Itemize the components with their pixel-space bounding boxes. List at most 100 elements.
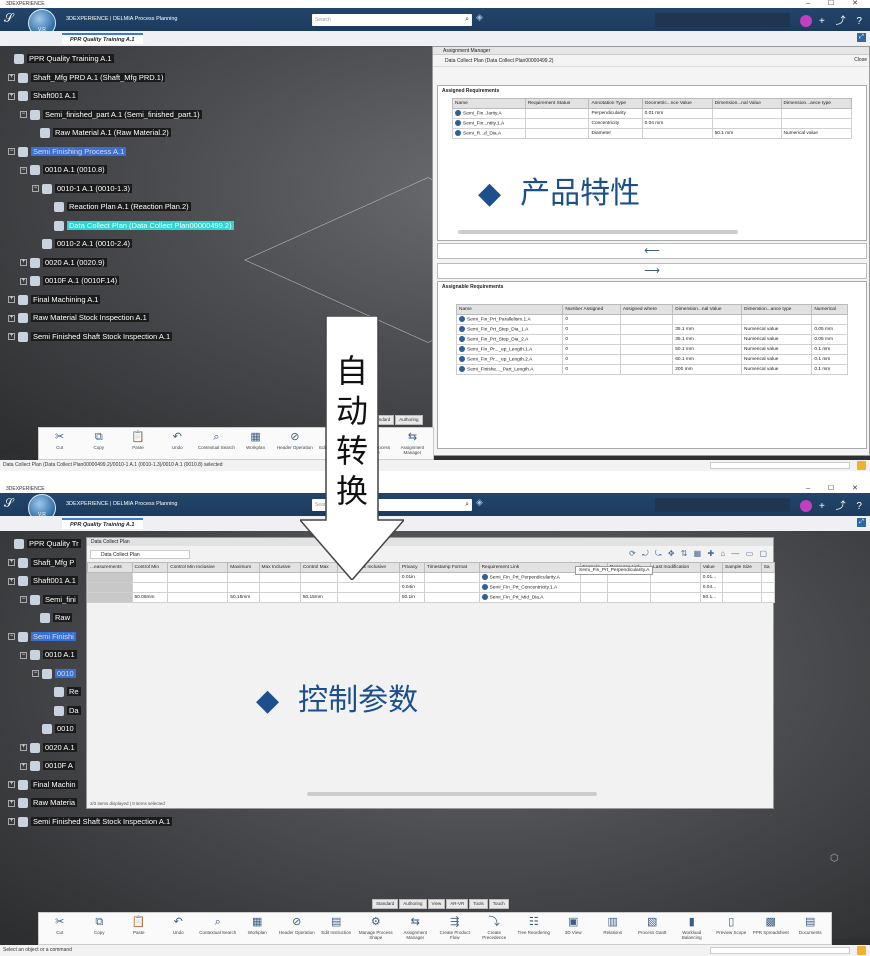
h-scrollbar[interactable] [307,792,597,796]
tree-node[interactable]: +0020 A.1 [20,741,77,754]
undo-button[interactable]: ↶ Undo [159,430,196,459]
tree-node[interactable]: + Semi Finished Shaft Stock Inspection A.… [8,815,173,828]
tree-node[interactable]: + Shaft_Mfg P [8,556,77,569]
column-header[interactable]: Control Min [131,562,169,573]
expand-toggle-icon[interactable] [32,241,39,248]
copy-button[interactable]: ⧉ Copy [80,430,117,459]
edit-button[interactable]: ▤ Edit Instruction [318,915,356,944]
action-tab[interactable]: Tools [469,899,488,909]
tree-node[interactable]: Raw [30,611,73,624]
tag-icon[interactable]: ◈ [476,497,483,508]
column-header[interactable]: Sample Size [722,562,762,573]
table-row[interactable]: 0.01in Semi_Fin_Prt_Perpendicularity.A 0.0… [87,572,776,583]
h-scrollbar[interactable] [458,230,738,234]
tree-node[interactable]: − 0010 [32,667,76,680]
workplan-button[interactable]: ▦ Workplan [237,430,274,459]
column-header[interactable]: ...easurements [87,562,133,573]
tree-node[interactable]: + Shaft001 A.1 [8,574,78,587]
expand-toggle-icon[interactable]: + [8,559,15,567]
avatar[interactable] [800,15,813,28]
expand-toggle-icon[interactable]: − [32,185,39,193]
column-header[interactable]: Number Assigned [562,304,621,315]
action-tab[interactable]: Authoring [399,899,427,909]
workplan-button[interactable]: ▦ Workplan [239,915,277,944]
tree-node[interactable]: − 0010-1 A.1 (0010-1.3) [32,182,132,195]
expand-icon[interactable]: ⤢ [857,33,866,42]
tree-node[interactable]: − Semi_fini [20,593,78,606]
3d-view-button[interactable]: ▣ 3D View [555,915,593,944]
tree-node[interactable]: + Shaft_Mfg PRD A.1 (Shaft_Mfg PRD.1) [8,71,166,84]
tree-node[interactable]: Data Collect Plan (Data Collect Plan0000… [44,219,234,232]
paste-button[interactable]: 📋 Paste [120,915,158,944]
column-header[interactable]: Sa [760,562,776,573]
assigned-table[interactable]: Name Requirement Status Annotation Type Geo… [452,98,852,139]
tree-node[interactable]: + Shaft001 A.1 [8,89,78,102]
expand-toggle-icon[interactable]: + [8,799,15,807]
tree-node[interactable]: + Raw Material Stock Inspection A.1 [8,311,149,324]
table-row[interactable]: Semi_Fin...ntity.1.A Concentricity 0.04 mm [452,118,852,129]
search-button[interactable]: ⌕ Contextual Search [198,430,235,459]
tree-node[interactable]: +0010F A [20,759,75,772]
documents-button[interactable]: ▤ Documents [792,915,830,944]
expand-icon[interactable]: ⤢ [857,518,866,527]
expand-toggle-icon[interactable]: − [20,596,27,604]
relations-button[interactable]: ▥ Relations [594,915,632,944]
tree-node[interactable]: 0010 [32,722,76,735]
paste-button[interactable]: 📋 Paste [119,430,156,459]
table-row[interactable]: Semi_Fin...larity.A Perpendicularity 0.01 … [452,108,852,119]
expand-toggle-icon[interactable]: + [20,762,27,770]
data-collect-table[interactable]: ...easurements Control Min Control Min Inc… [87,562,776,603]
expand-toggle-icon[interactable]: + [8,92,15,100]
column-header[interactable]: Dimension...ance type [780,98,852,109]
expand-toggle-icon[interactable]: + [20,744,27,752]
expand-toggle-icon[interactable] [32,726,39,733]
panel-toolbar[interactable]: ⟳ ⤾ ⤿ ✥ ⇅ ▦ ✚ ⌂ — ▭ ▢ [629,549,769,559]
action-tab[interactable]: AR-VR [446,899,469,909]
expand-toggle-icon[interactable] [30,615,37,622]
expand-toggle-icon[interactable]: − [32,670,39,678]
tree-node[interactable]: PPR Quality Tr [4,537,81,550]
column-header[interactable]: Requirement Status [524,98,590,109]
tag-icon[interactable]: ◈ [476,12,483,23]
column-header[interactable]: Numerical [811,304,848,315]
table-row[interactable]: 50.05mm 50.15mm 50.15mm 50.1in Semi_Fin_Prt_… [87,592,776,603]
expand-toggle-icon[interactable] [44,707,51,714]
precedence-button[interactable]: ⤵ Create Precedence [476,915,514,944]
expand-toggle-icon[interactable]: − [20,651,27,659]
tree-node[interactable]: +0010F A.1 (0010F.14) [20,274,120,287]
tree-node[interactable]: − 0010 A.1 (0010.8) [20,163,107,176]
column-header[interactable]: Last modification [650,562,701,573]
column-header[interactable]: Control Min Inclusive [167,562,229,573]
column-header[interactable]: Dimension...nal Value [672,304,743,315]
action-tab[interactable]: Touch [488,899,509,909]
expand-toggle-icon[interactable] [4,56,11,63]
tree-node[interactable]: Re [44,685,81,698]
expand-toggle-icon[interactable]: + [8,296,15,304]
tree-node[interactable]: Reaction Plan A.1 (Reaction Plan.2) [44,200,191,213]
tree-node[interactable]: + Raw Materia [8,796,78,809]
column-header[interactable]: Timestamp Format [423,562,480,573]
table-row[interactable]: 0.04in Semi_Fin_Prt_Concentricity.1.A 0.04… [87,582,776,593]
assign-arrow-button[interactable]: ⟶ [437,263,867,279]
window-controls[interactable]: – ☐ ✕ [806,485,866,493]
command-field[interactable] [710,947,850,954]
search-icon[interactable]: ⌕ [465,499,469,511]
table-row[interactable]: Semi_Fin_Prt_Step_Dia_1.A 0 35.1 mm Numeric… [455,324,848,335]
expand-toggle-icon[interactable]: + [8,577,15,585]
table-row[interactable]: Semi_Fin_Pr..._ep_Length.2.A 0 60.1 mm Nume… [455,354,848,365]
expand-toggle-icon[interactable]: + [20,259,27,267]
unassign-arrow-button[interactable]: ⟵ [437,243,867,259]
search-button[interactable]: ⌕ Contextual Search [199,915,237,944]
tree-node[interactable]: Da [44,704,81,717]
column-header[interactable]: Assigned where [619,304,674,315]
table-row[interactable]: Semi_Fin_Pr..._ep_Length.1.A 0 50.1 mm Nume… [455,344,848,355]
robot-compass-icon[interactable]: ⬡ [830,853,856,867]
expand-toggle-icon[interactable]: − [20,166,27,174]
undo-button[interactable]: ↶ Undo [160,915,198,944]
assign-button[interactable]: ⇆ Assignment Manager [397,915,435,944]
tree-node[interactable]: + Semi Finished Shaft Stock Inspection A.… [8,330,173,343]
search-icon[interactable]: ⌕ [465,14,469,26]
tab-ppr[interactable]: PPR Quality Training A.1 [62,33,143,44]
expand-toggle-icon[interactable]: + [20,277,27,285]
manage-button[interactable]: ⚙ Manage Process Shape [357,915,395,944]
